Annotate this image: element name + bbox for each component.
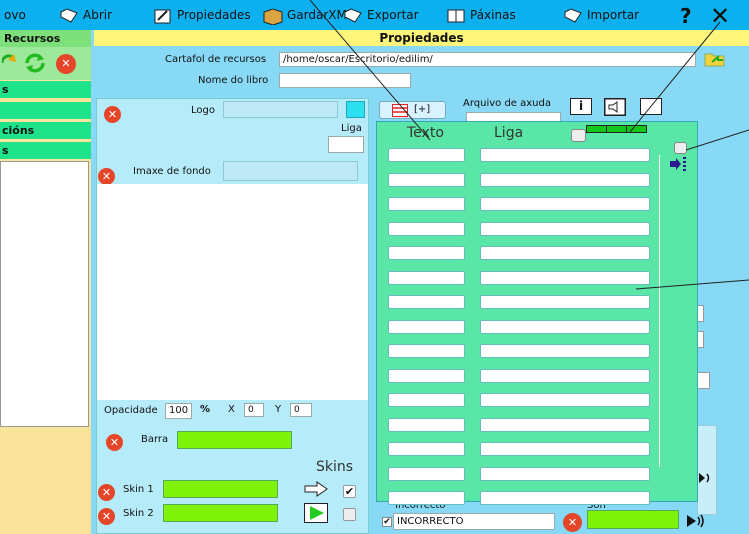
callout-lines — [309, 0, 749, 290]
